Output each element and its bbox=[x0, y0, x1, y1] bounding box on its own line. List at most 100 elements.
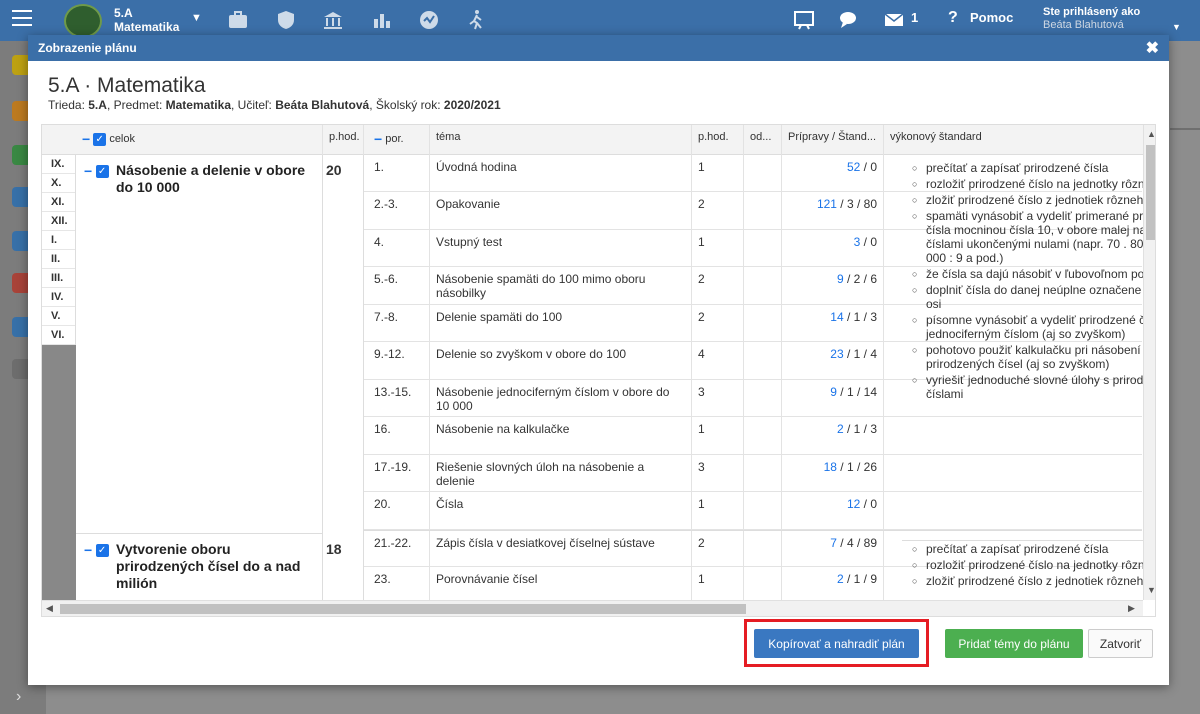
month-item[interactable]: III. bbox=[42, 269, 75, 288]
row-preparations: 18 / 1 / 26 bbox=[782, 455, 884, 491]
close-icon[interactable]: ✖ bbox=[1146, 38, 1159, 58]
menu-icon[interactable] bbox=[12, 10, 32, 26]
row-hours: 1 bbox=[692, 155, 744, 191]
help-link[interactable]: Pomoc bbox=[970, 10, 1013, 25]
help-icon[interactable]: ? bbox=[948, 9, 958, 27]
col-celok[interactable]: − ✓ celok bbox=[42, 125, 323, 155]
copy-replace-plan-button[interactable]: Kopírovať a nahradiť plán bbox=[754, 629, 919, 658]
value-ucitel: Beáta Blahutová bbox=[275, 98, 370, 112]
row-hours: 1 bbox=[692, 567, 744, 604]
standard-item: doplniť čísla do danej neúplne označene … bbox=[912, 283, 1154, 311]
standard-item: prečítať a zapísať prirodzené čísla bbox=[912, 542, 1154, 556]
preparations-link[interactable]: 18 bbox=[824, 460, 837, 474]
month-item[interactable]: XI. bbox=[42, 193, 75, 212]
shield-icon[interactable] bbox=[275, 9, 297, 31]
col-standard[interactable]: výkonový štandard bbox=[884, 125, 1143, 155]
row-order: 23. bbox=[364, 567, 430, 604]
add-topics-button[interactable]: Pridať témy do plánu bbox=[945, 629, 1083, 658]
preparations-link[interactable]: 9 bbox=[837, 272, 844, 286]
unit-controls: − ✓ bbox=[84, 163, 109, 179]
walking-icon[interactable] bbox=[465, 9, 487, 31]
preparations-rest: / 1 / 3 bbox=[843, 310, 877, 324]
collapse-icon[interactable]: − bbox=[374, 131, 382, 147]
month-item[interactable]: II. bbox=[42, 250, 75, 269]
col-phod2[interactable]: p.hod. bbox=[692, 125, 744, 155]
select-all-checkbox[interactable]: ✓ bbox=[93, 132, 107, 146]
row-order: 9.-12. bbox=[364, 342, 430, 379]
row-hours: 2 bbox=[692, 192, 744, 229]
vertical-scrollbar[interactable]: ▲ ▼ bbox=[1143, 125, 1155, 600]
month-item[interactable]: IV. bbox=[42, 288, 75, 307]
col-phod[interactable]: p.hod. bbox=[323, 125, 364, 155]
preparations-link[interactable]: 2 bbox=[837, 572, 844, 586]
month-item[interactable]: I. bbox=[42, 231, 75, 250]
caret-down-icon[interactable]: ▼ bbox=[191, 12, 202, 24]
institution-icon[interactable] bbox=[322, 9, 344, 31]
preparations-rest: / 2 / 6 bbox=[843, 272, 877, 286]
row-topic: Násobenie na kalkulačke bbox=[430, 417, 692, 454]
preparations-link[interactable]: 7 bbox=[830, 536, 837, 550]
scroll-up-icon[interactable]: ▲ bbox=[1147, 129, 1155, 139]
preparations-link[interactable]: 23 bbox=[830, 347, 843, 361]
row-topic: Úvodná hodina bbox=[430, 155, 692, 191]
preparations-link[interactable]: 2 bbox=[837, 422, 844, 436]
scroll-thumb[interactable] bbox=[60, 604, 746, 614]
collapse-icon[interactable]: − bbox=[84, 163, 92, 179]
bar-chart-icon[interactable] bbox=[371, 9, 393, 31]
standards-list: prečítať a zapísať prirodzené čísla rozlo… bbox=[902, 540, 1154, 600]
unit-name: Násobenie a delenie v obore do 10 000 bbox=[116, 162, 306, 195]
preparations-link[interactable]: 52 bbox=[847, 160, 860, 174]
gauge-icon[interactable] bbox=[418, 9, 440, 31]
row-topic: Vstupný test bbox=[430, 230, 692, 266]
row-topic: Delenie spamäti do 100 bbox=[430, 305, 692, 341]
presentation-icon[interactable] bbox=[793, 9, 815, 31]
scroll-right-icon[interactable]: ▶ bbox=[1128, 603, 1135, 614]
preparations-link[interactable]: 12 bbox=[847, 497, 860, 511]
preparations-rest: / 1 / 26 bbox=[836, 460, 877, 474]
col-pripravy[interactable]: Prípravy / Štand... bbox=[782, 125, 884, 155]
mail-icon[interactable] bbox=[883, 9, 905, 31]
row-od bbox=[744, 455, 782, 491]
plan-title: 5.A · Matematika bbox=[48, 74, 206, 97]
close-button[interactable]: Zatvoriť bbox=[1088, 629, 1153, 658]
preparations-link[interactable]: 121 bbox=[817, 197, 837, 211]
chat-icon[interactable] bbox=[838, 9, 860, 31]
scroll-down-icon[interactable]: ▼ bbox=[1147, 585, 1155, 595]
briefcase-icon[interactable] bbox=[227, 9, 249, 31]
col-por[interactable]: − por. bbox=[364, 125, 430, 155]
row-hours: 3 bbox=[692, 380, 744, 416]
collapse-icon[interactable]: − bbox=[82, 131, 90, 147]
row-od bbox=[744, 380, 782, 416]
row-order: 2.-3. bbox=[364, 192, 430, 229]
row-topic: Násobenie spamäti do 100 mimo oboru náso… bbox=[430, 267, 692, 304]
standards-list: prečítať a zapísať prirodzené čísla rozlo… bbox=[902, 161, 1154, 531]
preparations-link[interactable]: 14 bbox=[830, 310, 843, 324]
user-menu[interactable]: Ste prihlásený ako Beáta Blahutová bbox=[1043, 6, 1140, 32]
unit-checkbox[interactable]: ✓ bbox=[95, 164, 109, 178]
preparations-rest: / 0 bbox=[860, 497, 877, 511]
unit-checkbox[interactable]: ✓ bbox=[95, 543, 109, 557]
month-item[interactable]: XII. bbox=[42, 212, 75, 231]
month-item[interactable]: X. bbox=[42, 174, 75, 193]
user-caret-icon[interactable]: ▼ bbox=[1172, 22, 1181, 32]
standard-item: spamäti vynásobiť a vydeliť primerané pr… bbox=[912, 209, 1154, 265]
col-tema[interactable]: téma bbox=[430, 125, 692, 155]
collapse-icon[interactable]: − bbox=[84, 542, 92, 558]
class-name: 5.A bbox=[114, 6, 133, 20]
scroll-left-icon[interactable]: ◀ bbox=[46, 603, 53, 614]
month-item[interactable]: VI. bbox=[42, 326, 75, 345]
month-item[interactable]: IX. bbox=[42, 155, 75, 174]
chevron-right-icon[interactable]: › bbox=[16, 688, 21, 706]
preparations-link[interactable]: 9 bbox=[830, 385, 837, 399]
row-topic: Čísla bbox=[430, 492, 692, 529]
value-trieda: 5.A bbox=[88, 98, 107, 112]
col-od[interactable]: od... bbox=[744, 125, 782, 155]
horizontal-scrollbar[interactable]: ◀ ▶ bbox=[42, 600, 1143, 616]
plan-info: Trieda: 5.A, Predmet: Matematika, Učiteľ… bbox=[48, 98, 501, 112]
row-hours: 1 bbox=[692, 492, 744, 529]
subject-name: Matematika bbox=[114, 20, 180, 34]
class-selector[interactable]: 5.A Matematika bbox=[114, 6, 179, 34]
month-item[interactable]: V. bbox=[42, 307, 75, 326]
scroll-thumb[interactable] bbox=[1146, 145, 1155, 240]
standard-item: písomne vynásobiť a vydeliť prirodzené č… bbox=[912, 313, 1154, 341]
